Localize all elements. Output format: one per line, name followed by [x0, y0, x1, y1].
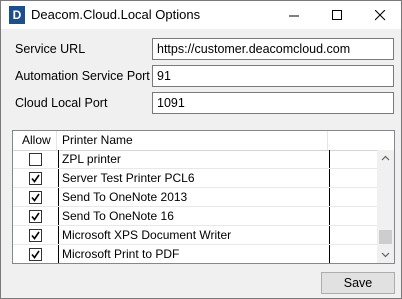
check-icon — [31, 212, 40, 221]
scroll-down-button[interactable] — [377, 246, 394, 263]
allow-checkbox[interactable] — [29, 229, 42, 242]
allow-checkbox[interactable] — [29, 248, 42, 261]
window-title: Deacom.Cloud.Local Options — [31, 7, 201, 22]
extra-cell[interactable] — [329, 169, 377, 187]
extra-cell[interactable] — [329, 207, 377, 225]
maximize-icon — [332, 10, 342, 20]
grid-rows: ZPL printer Server Test Printer PCL6 Sen… — [13, 150, 377, 263]
printer-name-cell[interactable]: Server Test Printer PCL6 — [58, 169, 330, 187]
close-button[interactable] — [359, 1, 401, 29]
chevron-down-icon — [381, 252, 390, 258]
printer-name-cell[interactable]: Send To OneNote 16 — [58, 207, 330, 225]
printer-name-cell[interactable]: Send To OneNote 2013 — [58, 188, 330, 206]
allow-checkbox[interactable] — [29, 191, 42, 204]
check-icon — [31, 250, 40, 259]
allow-checkbox[interactable] — [29, 210, 42, 223]
close-icon — [375, 10, 386, 21]
vertical-scrollbar[interactable] — [377, 150, 394, 263]
check-icon — [31, 174, 40, 183]
service-url-field[interactable]: https://customer.deacomcloud.com — [152, 38, 394, 60]
table-row[interactable]: ZPL printer — [13, 150, 377, 169]
table-row[interactable]: Send To OneNote 2013 — [13, 188, 377, 207]
table-row[interactable]: Microsoft XPS Document Writer — [13, 226, 377, 245]
cloud-port-label: Cloud Local Port — [15, 96, 108, 110]
minimize-button[interactable] — [273, 1, 315, 29]
printer-name-cell[interactable]: Microsoft Print to PDF — [58, 245, 330, 263]
minimize-icon — [289, 15, 299, 17]
options-window: D Deacom.Cloud.Local Options Service URL… — [0, 0, 402, 299]
allow-checkbox[interactable] — [29, 172, 42, 185]
chevron-up-icon — [381, 155, 390, 161]
automation-port-field[interactable]: 91 — [152, 65, 394, 87]
save-button[interactable]: Save — [321, 272, 395, 294]
service-url-label: Service URL — [15, 42, 86, 56]
table-row[interactable]: Send To OneNote 16 — [13, 207, 377, 226]
grid-header: Allow Printer Name — [13, 131, 394, 151]
column-header-printer-name[interactable]: Printer Name — [58, 131, 328, 150]
allow-checkbox[interactable] — [29, 153, 42, 166]
check-icon — [31, 193, 40, 202]
printer-grid: Allow Printer Name ZPL printer Server Te… — [12, 130, 395, 264]
printer-name-cell[interactable]: Microsoft XPS Document Writer — [58, 226, 330, 244]
table-row[interactable]: Server Test Printer PCL6 — [13, 169, 377, 188]
scroll-up-button[interactable] — [377, 150, 394, 167]
check-icon — [31, 231, 40, 240]
extra-cell[interactable] — [329, 188, 377, 206]
table-row[interactable]: Microsoft Print to PDF — [13, 245, 377, 263]
automation-port-label: Automation Service Port — [15, 69, 150, 83]
scroll-thumb[interactable] — [379, 230, 392, 244]
extra-cell[interactable] — [329, 245, 377, 263]
column-header-allow[interactable]: Allow — [13, 131, 57, 150]
cloud-port-field[interactable]: 1091 — [152, 92, 394, 114]
extra-cell[interactable] — [329, 150, 377, 168]
title-bar: D Deacom.Cloud.Local Options — [1, 1, 401, 29]
printer-name-cell[interactable]: ZPL printer — [58, 150, 330, 168]
extra-cell[interactable] — [329, 226, 377, 244]
maximize-button[interactable] — [316, 1, 358, 29]
app-icon: D — [9, 6, 25, 24]
